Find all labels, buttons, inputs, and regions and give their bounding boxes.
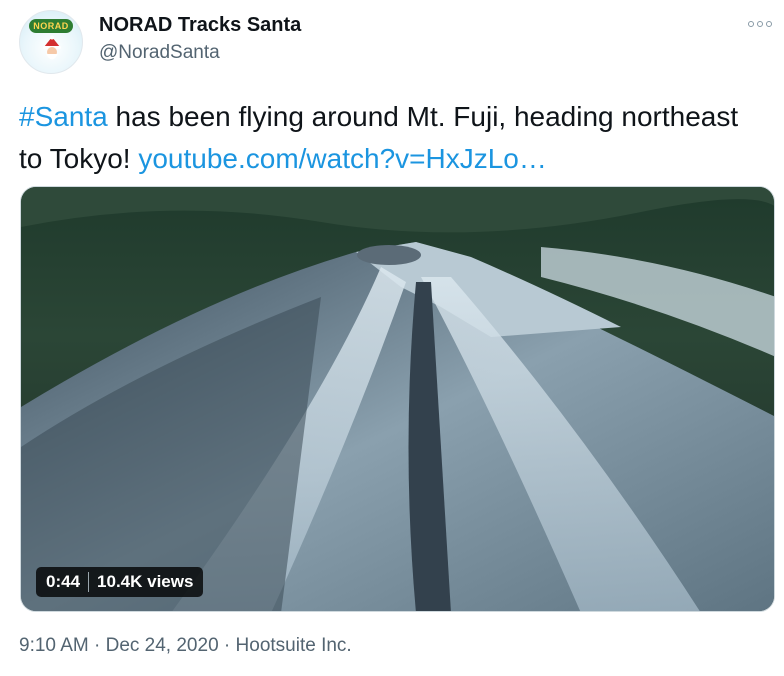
video-duration: 0:44 [46, 572, 81, 591]
santa-icon [43, 35, 61, 60]
dot [757, 21, 763, 27]
tweet-source[interactable]: Hootsuite Inc. [236, 635, 352, 656]
hashtag-link[interactable]: #Santa [19, 101, 108, 132]
avatar[interactable]: NORAD [19, 10, 83, 74]
tweet-time[interactable]: 9:10 AM [19, 635, 89, 656]
meta-separator: · [88, 635, 106, 656]
tweet-date[interactable]: Dec 24, 2020 [106, 635, 219, 656]
video-player[interactable]: 0:44 10.4K views [20, 186, 775, 612]
dot [766, 21, 772, 27]
video-thumbnail [21, 187, 774, 611]
url-link[interactable]: youtube.com/watch?v=HxJzLo… [138, 143, 547, 174]
meta-separator: · [218, 635, 236, 656]
tweet-text: #Santa has been flying around Mt. Fuji, … [19, 96, 769, 180]
more-options-icon[interactable] [748, 16, 772, 32]
author-name[interactable]: NORAD Tracks Santa [99, 14, 301, 37]
avatar-badge: NORAD [29, 19, 73, 33]
video-info-badge: 0:44 10.4K views [36, 567, 204, 597]
author-handle[interactable]: @NoradSanta [99, 42, 220, 64]
video-views: 10.4K views [97, 572, 194, 591]
badge-divider [88, 572, 90, 592]
dot [748, 21, 754, 27]
tweet-meta: 9:10 AM · Dec 24, 2020 · Hootsuite Inc. [19, 635, 352, 657]
